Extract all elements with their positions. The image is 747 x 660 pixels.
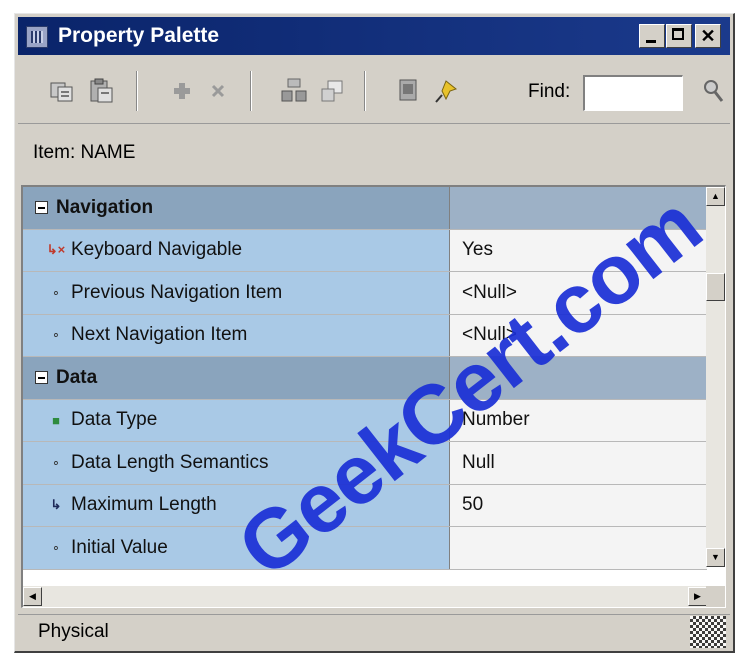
item-name-label: Item: NAME [33,142,136,163]
arrow-left-icon: ◀ [29,591,36,601]
title-bar[interactable]: Property Palette ✕ [18,17,730,55]
delete-property-icon[interactable] [204,77,232,105]
property-name-cell[interactable]: ↳ Maximum Length [23,484,450,526]
property-intersection-icon[interactable] [318,77,346,105]
property-name-label: Data [56,366,98,388]
property-rows: Navigation ↳× Keyboard Navigable Yes ∘ Previo… [23,187,707,570]
property-row[interactable]: ∘ Previous Navigation Item <Null> [23,272,707,315]
property-name-label: Data Type [71,409,158,431]
property-name-label: Navigation [56,196,154,218]
window-title: Property Palette [58,24,220,47]
property-value-cell[interactable]: <Null> [450,314,707,356]
property-palette-app-icon [26,26,48,48]
changed-flag-icon: ↳× [46,242,66,258]
toolbar: Find: [18,59,730,124]
scroll-down-button[interactable]: ▼ [706,548,725,567]
property-value-cell[interactable]: 50 [450,484,707,526]
property-name-cell[interactable]: ∘ Previous Navigation Item [23,272,450,314]
section-header-row[interactable]: Navigation [23,187,707,230]
search-icon[interactable] [702,77,726,105]
property-name-label: Data Length Semantics [71,451,269,473]
property-row[interactable]: ■ Data Type Number [23,399,707,442]
maximize-button[interactable] [666,24,692,48]
property-name-label: Maximum Length [71,494,217,516]
status-bar: Physical [18,614,730,649]
property-value-cell[interactable] [450,187,707,229]
property-union-icon[interactable] [280,77,308,105]
toolbar-separator [136,71,138,111]
toolbar-separator [250,71,252,111]
vertical-scroll-thumb[interactable] [706,273,725,301]
property-row[interactable]: ∘ Data Length Semantics Null [23,442,707,485]
property-row[interactable]: ↳ Maximum Length 50 [23,484,707,527]
property-value-cell[interactable] [450,357,707,399]
property-name-cell[interactable]: ∘ Initial Value [23,527,450,569]
arrow-down-icon: ▼ [711,552,720,562]
property-name-cell[interactable]: ■ Data Type [23,399,450,441]
property-category-label: Physical [38,621,109,642]
find-input[interactable] [583,75,683,111]
property-row[interactable]: ∘ Initial Value [23,527,707,570]
property-value-cell[interactable]: Number [450,399,707,441]
close-icon: ✕ [700,26,716,46]
find-label: Find: [528,81,571,102]
property-name-label: Previous Navigation Item [71,281,283,303]
close-button[interactable]: ✕ [695,24,721,48]
copy-properties-icon[interactable] [48,77,76,105]
property-grid: Navigation ↳× Keyboard Navigable Yes ∘ Previo… [21,185,726,608]
collapse-icon[interactable] [35,201,48,215]
section-header-row[interactable]: Data [23,357,707,400]
default-dot-icon: ∘ [51,454,61,470]
default-dot-icon: ∘ [51,284,61,300]
property-value-cell[interactable]: <Null> [450,272,707,314]
scroll-right-button[interactable]: ▶ [688,587,707,606]
property-name-label: Next Navigation Item [71,324,248,346]
property-name-cell[interactable]: ∘ Data Length Semantics [23,442,450,484]
property-name-cell[interactable]: Data [23,357,450,399]
vertical-scrollbar[interactable]: ▲ ▼ [706,187,725,567]
default-dot-icon: ∘ [51,327,61,343]
arrow-right-icon: ▶ [694,591,701,601]
property-row[interactable]: ↳× Keyboard Navigable Yes [23,229,707,272]
horizontal-scrollbar[interactable]: ◀ ▶ [23,586,707,607]
property-name-label: Keyboard Navigable [71,239,243,261]
scrollbar-corner [706,586,725,607]
scroll-up-button[interactable]: ▲ [706,187,725,206]
scroll-left-button[interactable]: ◀ [23,587,42,606]
arrow-up-icon: ▲ [711,191,720,201]
property-value-cell[interactable]: Null [450,442,707,484]
property-palette-window: Property Palette ✕ Find: Item: NAME Navi… [14,13,735,653]
inherited-arrow-icon: ↳ [50,497,62,513]
size-grip-icon[interactable] [690,616,726,648]
freeze-pin-icon[interactable] [432,77,460,105]
property-name-cell[interactable]: ∘ Next Navigation Item [23,314,450,356]
paste-properties-icon[interactable] [88,77,116,105]
property-row[interactable]: ∘ Next Navigation Item <Null> [23,314,707,357]
property-value-cell[interactable] [450,527,707,569]
default-square-icon: ■ [52,412,60,428]
property-value-cell[interactable]: Yes [450,229,707,271]
property-name-cell[interactable]: Navigation [23,187,450,229]
collapse-icon[interactable] [35,371,48,385]
property-name-label: Initial Value [71,536,168,558]
property-name-cell[interactable]: ↳× Keyboard Navigable [23,229,450,271]
minimize-button[interactable] [639,24,665,48]
toolbar-separator [364,71,366,111]
default-dot-icon: ∘ [51,539,61,555]
add-property-icon[interactable] [168,77,196,105]
inherit-icon[interactable] [394,77,422,105]
